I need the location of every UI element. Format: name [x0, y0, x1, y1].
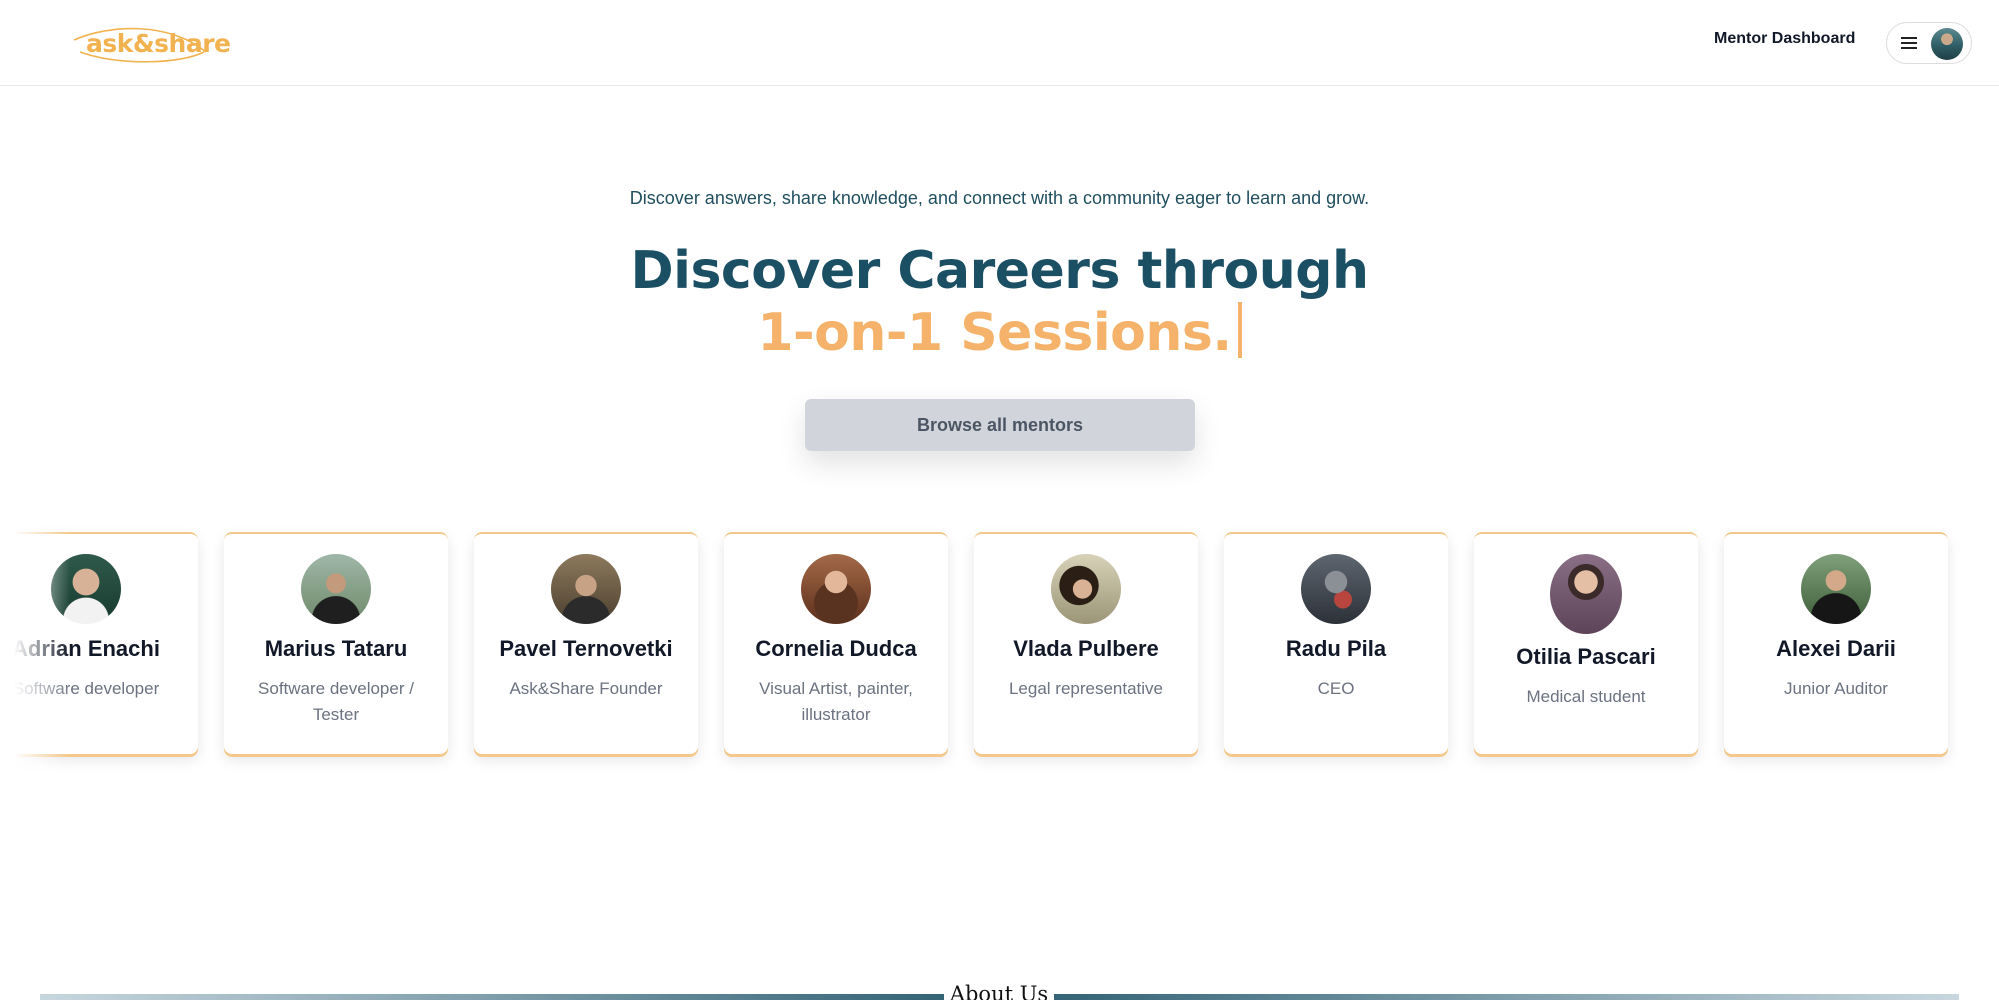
hero-tagline: Discover answers, share knowledge, and c… [629, 188, 1370, 208]
user-avatar [1931, 28, 1963, 60]
mentor-avatar [801, 554, 871, 624]
mentor-name: Alexei Darii [1776, 636, 1896, 661]
mentor-name: Marius Tataru [264, 636, 408, 661]
hamburger-menu-icon [1901, 35, 1917, 51]
mentor-card[interactable]: Otilia Pascari Medical student [1474, 532, 1698, 754]
mentor-card[interactable]: Marius Tataru Software developer / Teste… [224, 532, 448, 754]
typing-caret [1237, 302, 1242, 358]
mentor-dashboard-link[interactable]: Mentor Dashboard [1714, 30, 1855, 48]
mentor-role: Ask&Share Founder [509, 679, 663, 698]
mentor-avatar [1051, 554, 1121, 624]
mentor-card[interactable]: Cornelia Dudca Visual Artist, painter, i… [724, 532, 948, 754]
mentor-name: Vlada Pulbere [1013, 636, 1159, 661]
mentor-card[interactable]: Vlada Pulbere Legal representative [974, 532, 1198, 754]
mentor-role: Junior Auditor [1784, 679, 1888, 698]
mentor-carousel: Adrian Enachi Software developer Marius … [0, 532, 1999, 756]
mentor-role: Legal representative [1008, 679, 1164, 698]
user-menu-button[interactable] [1886, 22, 1972, 64]
mentor-name: Radu Pila [1285, 636, 1387, 661]
hero-subtitle: 1-on-1 Sessions. [0, 302, 1999, 364]
mentor-name: Cornelia Dudca [755, 636, 917, 661]
ask-and-share-logo[interactable]: ask&share [70, 22, 231, 64]
mentor-name: Otilia Pascari [1516, 644, 1656, 669]
mentor-card[interactable]: Alexei Darii Junior Auditor [1724, 532, 1948, 754]
mentor-avatar [301, 554, 371, 624]
about-us-heading: About Us [944, 982, 1054, 1000]
hero-subtitle-text: 1-on-1 Sessions. [757, 303, 1232, 363]
mentor-role: CEO [1317, 679, 1355, 698]
mentor-role: Visual Artist, painter, illustrator [759, 679, 913, 724]
top-navbar: ask&share Mentor Dashboard [0, 0, 1999, 86]
mentor-avatar [551, 554, 621, 624]
mentor-card[interactable]: Pavel Ternovetki Ask&Share Founder [474, 532, 698, 754]
hero-title: Discover Careers through [630, 241, 1369, 301]
mentor-role: Software developer / Tester [258, 679, 414, 724]
mentor-avatar [1550, 554, 1622, 634]
mentor-name: Pavel Ternovetki [499, 636, 673, 661]
mentor-avatar [1801, 554, 1871, 624]
mentor-avatar [1301, 554, 1371, 624]
mentor-card[interactable]: Radu Pila CEO [1224, 532, 1448, 754]
mentor-role: Medical student [1526, 687, 1646, 706]
carousel-fade-overlay [0, 520, 70, 770]
logo-text: ask&share [86, 29, 231, 58]
browse-mentors-button[interactable]: Browse all mentors [805, 399, 1195, 451]
